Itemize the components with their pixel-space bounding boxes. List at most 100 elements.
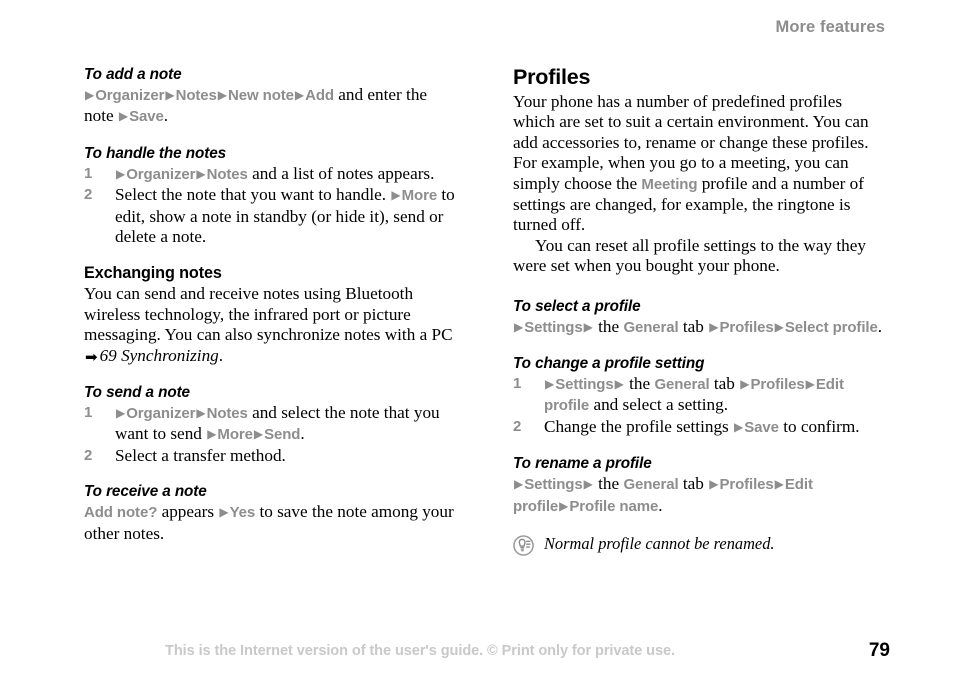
ui-term: Profile name (569, 497, 659, 515)
tip-bulb-icon (513, 535, 534, 556)
menu-arrow-icon: ▶ (774, 477, 784, 492)
procedure-step: 1 ▶Organizer▶Notes and select the note th… (84, 403, 459, 446)
procedure-to-rename-a-profile: ▶Settings▶ the General tab ▶Profiles▶Edi… (513, 474, 813, 515)
menu-arrow-icon: ▶ (165, 88, 175, 102)
ui-term: More (401, 187, 438, 205)
ui-term: Organizer (126, 405, 196, 423)
step-text: ▶Organizer▶Notes and select the note tha… (115, 403, 440, 444)
step-text: Select a transfer method. (115, 445, 286, 465)
menu-arrow-icon: ▶ (559, 498, 569, 513)
menu-arrow-icon: ▶ (207, 427, 217, 442)
ui-term: General (623, 318, 679, 336)
step-number: 2 (84, 446, 93, 464)
menu-arrow-icon: ▶ (583, 319, 593, 334)
ui-term: New note (228, 87, 294, 104)
ui-term: Save (129, 108, 164, 126)
ui-term: Yes (229, 504, 256, 522)
menu-arrow-icon: ▶ (294, 88, 305, 102)
menu-arrow-icon: ▶ (614, 377, 624, 392)
heading-profiles: Profiles (513, 65, 591, 89)
tip-text: Normal profile cannot be renamed. (544, 534, 775, 554)
steps-to-handle-the-notes: 1 ▶Organizer▶Notes and a list of notes ap… (84, 164, 459, 248)
step-number: 1 (84, 404, 93, 422)
ui-term: Profiles (719, 318, 774, 336)
menu-arrow-icon: ▶ (774, 319, 784, 334)
ui-term: Notes (206, 405, 248, 423)
menu-arrow-icon: ▶ (805, 377, 815, 392)
step-text: Change the profile settings ▶Save to con… (544, 416, 860, 436)
heading-to-change-a-profile-setting: To change a profile setting (513, 355, 705, 373)
ui-term: Notes (206, 165, 248, 183)
heading-to-rename-a-profile: To rename a profile (513, 455, 652, 473)
step-number: 1 (513, 375, 522, 393)
paragraph-profiles-reset: You can reset all profile settings to th… (513, 235, 866, 276)
menu-arrow-icon: ▶ (734, 419, 744, 434)
paragraph-exchanging-notes: You can send and receive notes using Blu… (84, 284, 453, 366)
heading-to-select-a-profile: To select a profile (513, 297, 641, 315)
ui-term: Settings (524, 318, 583, 336)
ui-term: General (654, 376, 710, 394)
heading-to-send-a-note: To send a note (84, 384, 190, 402)
procedure-step: 2 Change the profile settings ▶Save to co… (513, 417, 888, 438)
menu-arrow-icon: ▶ (85, 88, 95, 102)
ui-term: Organizer (126, 165, 196, 183)
menu-arrow-icon: ▶ (116, 406, 126, 421)
menu-arrow-icon: ▶ (196, 166, 206, 181)
cross-reference-link[interactable]: 69 Synchronizing (100, 346, 219, 365)
ui-term: More (217, 426, 253, 444)
tip-callout: Normal profile cannot be renamed. (513, 534, 888, 556)
menu-arrow-icon: ▶ (583, 477, 593, 492)
step-text: ▶Organizer▶Notes and a list of notes app… (116, 163, 435, 183)
menu-arrow-icon: ▶ (253, 427, 264, 442)
left-column: To add a note ▶Organizer▶Notes▶New note▶… (84, 66, 459, 544)
menu-arrow-icon: ▶ (391, 188, 401, 203)
page-footer: This is the Internet version of the user… (0, 640, 954, 665)
procedure-step: 2 Select a transfer method. (84, 446, 459, 466)
menu-arrow-icon: ▶ (514, 477, 524, 492)
ui-term: Send (264, 426, 301, 444)
menu-arrow-icon: ▶ (116, 166, 126, 181)
heading-to-add-a-note: To add a note (84, 66, 182, 83)
step-number: 2 (84, 186, 93, 204)
procedure-step: 1 ▶Settings▶ the General tab ▶Profiles▶Ed… (513, 374, 888, 417)
steps-to-change-a-profile-setting: 1 ▶Settings▶ the General tab ▶Profiles▶Ed… (513, 374, 888, 438)
running-header-title: More features (775, 18, 885, 36)
menu-arrow-icon: ▶ (219, 505, 229, 520)
ui-term: Save (744, 418, 779, 436)
step-text: Select the note that you want to handle.… (115, 185, 455, 247)
menu-arrow-icon: ▶ (118, 109, 129, 124)
cross-reference-arrow-icon: ➡ (85, 347, 98, 366)
ui-term: General (623, 476, 679, 494)
ui-term: Select profile (784, 318, 878, 336)
step-number: 2 (513, 417, 522, 435)
ui-term: Add (305, 87, 334, 104)
step-number: 1 (84, 164, 93, 182)
procedure-to-receive-a-note: Add note? appears ▶Yes to save the note … (84, 502, 454, 543)
footer-copyright-notice: This is the Internet version of the user… (165, 643, 675, 659)
paragraph-profiles-intro: Your phone has a number of predefined pr… (513, 92, 869, 235)
ui-term: Settings (524, 476, 583, 494)
heading-to-handle-the-notes: To handle the notes (84, 144, 227, 162)
ui-term: Profiles (750, 376, 805, 394)
ui-term: Organizer (95, 87, 165, 104)
menu-arrow-icon: ▶ (514, 319, 524, 334)
procedure-to-select-a-profile: ▶Settings▶ the General tab ▶Profiles▶Sel… (514, 316, 883, 336)
procedure-step: 1 ▶Organizer▶Notes and a list of notes ap… (84, 164, 459, 185)
heading-to-receive-a-note: To receive a note (84, 483, 207, 501)
right-column: Profiles Your phone has a number of pred… (513, 66, 888, 556)
menu-arrow-icon: ▶ (709, 319, 719, 334)
procedure-step: 2 Select the note that you want to handle… (84, 185, 459, 247)
menu-arrow-icon: ▶ (740, 377, 750, 392)
menu-arrow-icon: ▶ (217, 88, 228, 102)
ui-term: Meeting (641, 175, 698, 193)
ui-term: Profiles (719, 476, 774, 494)
steps-to-send-a-note: 1 ▶Organizer▶Notes and select the note th… (84, 403, 459, 466)
